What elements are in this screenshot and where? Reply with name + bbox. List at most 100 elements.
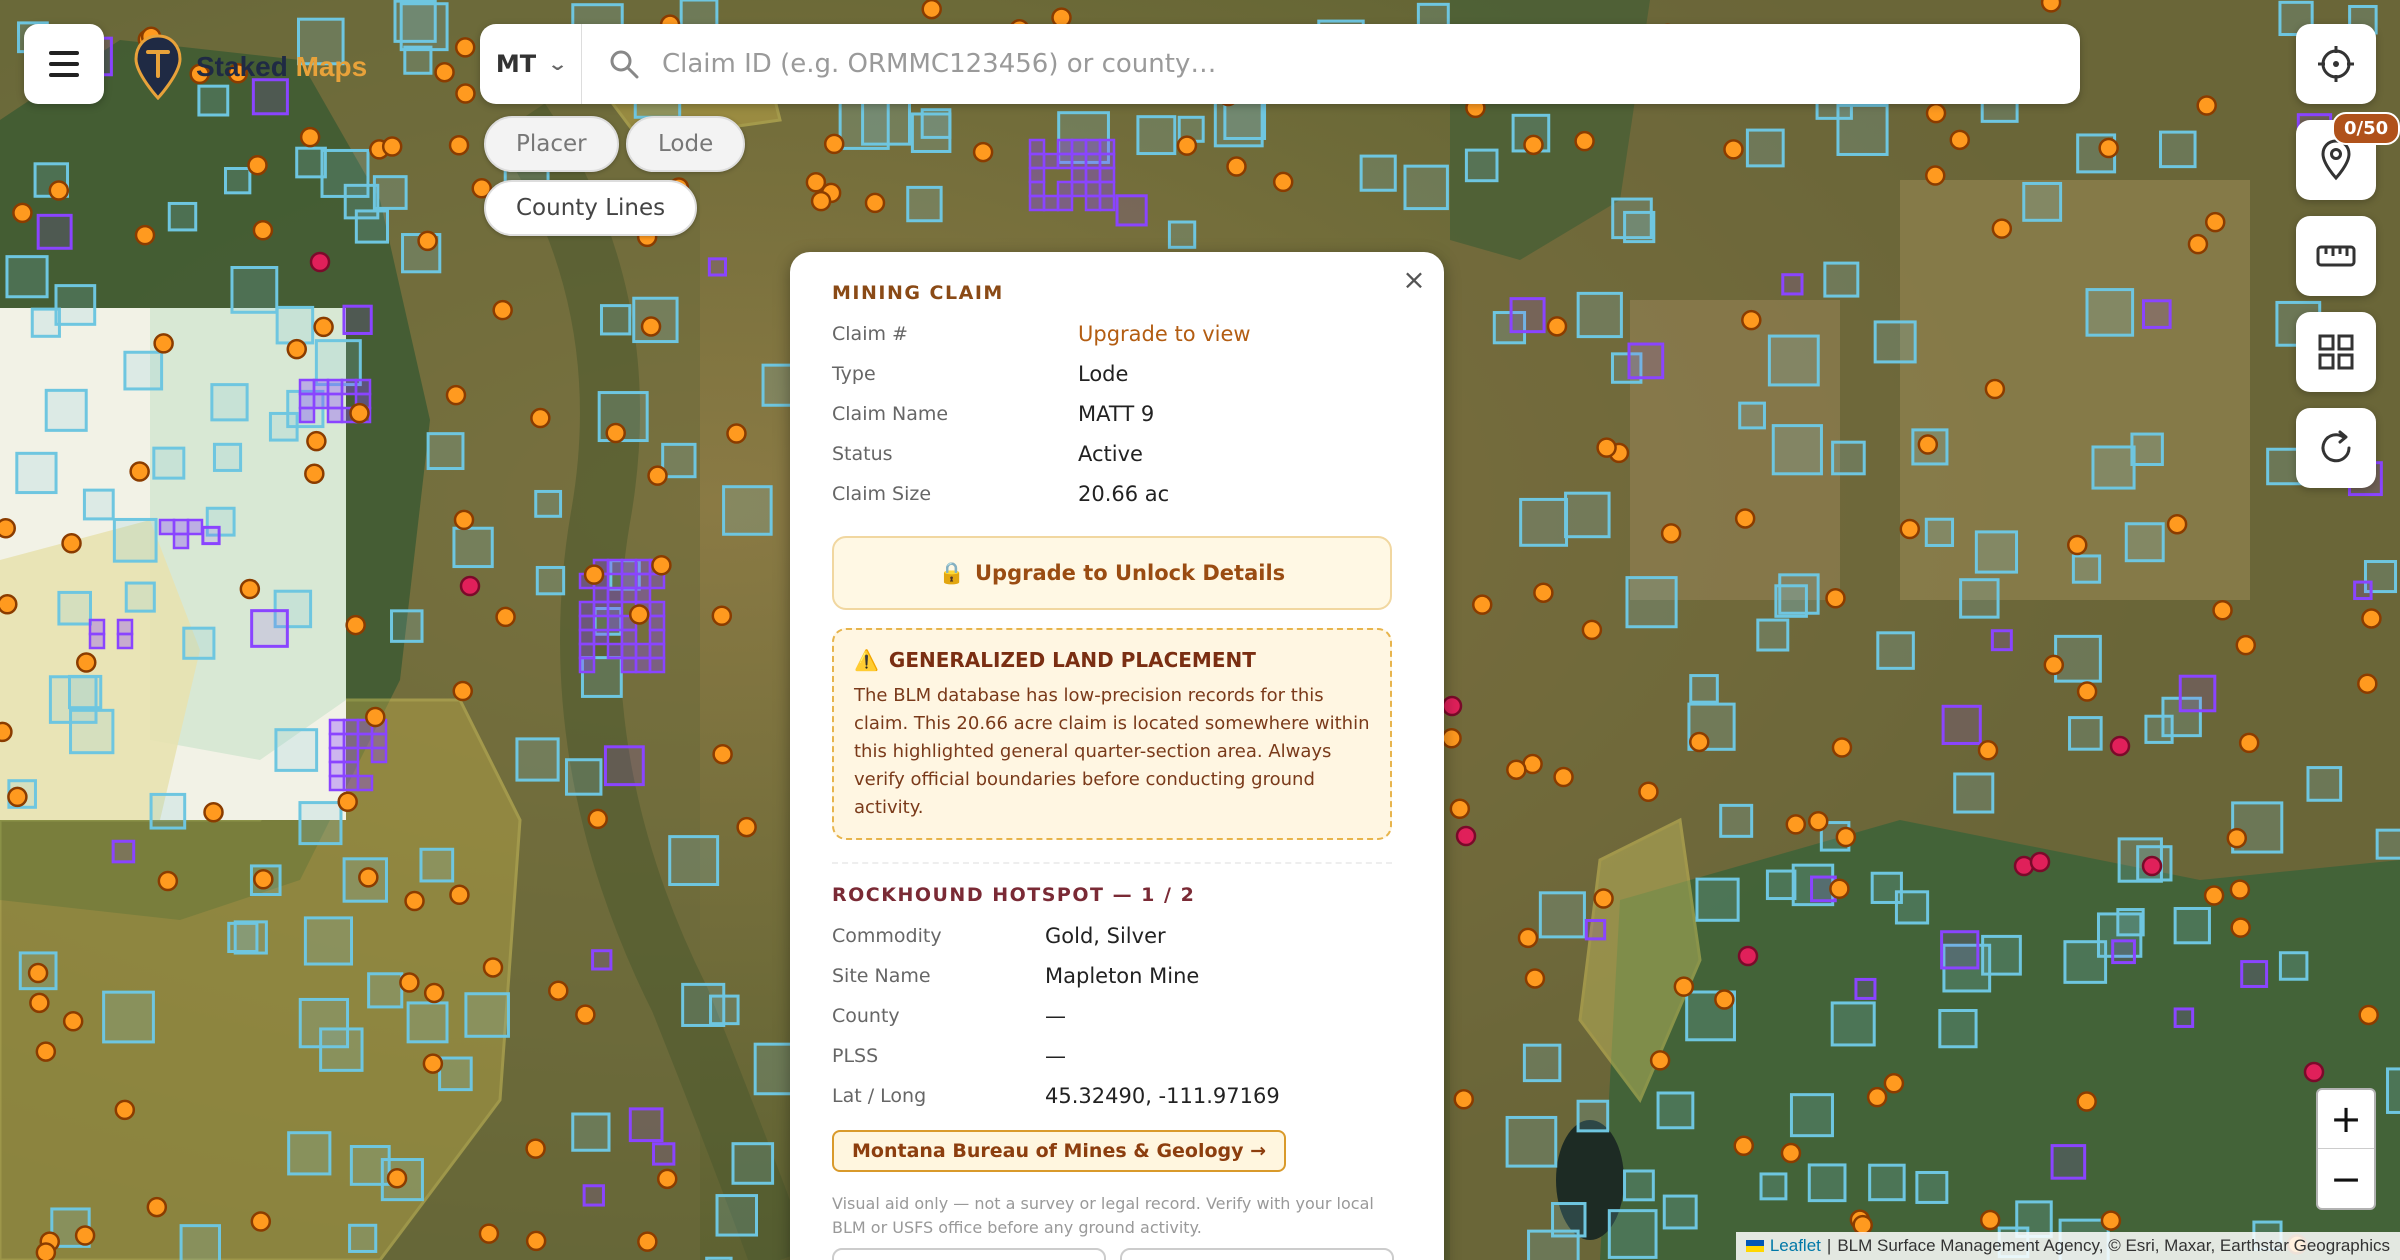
claim-square[interactable] [1098, 138, 1116, 156]
claim-square[interactable] [36, 213, 73, 250]
mbmg-link-button[interactable]: Montana Bureau of Mines & Geology → [832, 1130, 1287, 1172]
hotspot-marker[interactable] [381, 136, 403, 157]
locate-button[interactable] [2296, 24, 2376, 104]
claim-square[interactable] [1084, 152, 1102, 170]
claim-square[interactable] [578, 656, 596, 674]
hotspot-marker[interactable] [2235, 634, 2257, 656]
claim-square[interactable] [312, 378, 330, 396]
hotspot-marker[interactable] [605, 422, 626, 444]
claim-square[interactable] [1070, 138, 1088, 156]
hotspot-marker[interactable] [48, 180, 70, 201]
claim-square[interactable] [354, 378, 372, 396]
zoom-out-button[interactable]: − [2318, 1149, 2374, 1208]
claim-square[interactable] [172, 518, 190, 536]
zoom-in-button[interactable]: + [2318, 1090, 2374, 1149]
hotspot-marker[interactable] [0, 517, 16, 539]
hotspot-marker[interactable] [1925, 165, 1946, 186]
hotspot-marker[interactable] [2067, 534, 2088, 556]
hotspot-marker[interactable] [1741, 309, 1762, 331]
claim-square[interactable] [1042, 152, 1060, 170]
claim-square[interactable] [1781, 273, 1804, 296]
hotspot-marker[interactable] [1574, 130, 1595, 152]
hotspot-marker[interactable] [2358, 1004, 2379, 1026]
claim-square[interactable] [2178, 674, 2217, 713]
claim-square[interactable] [603, 745, 645, 787]
hotspot-marker[interactable] [35, 1242, 57, 1260]
claim-square[interactable] [1084, 194, 1102, 212]
claim-square[interactable] [1940, 930, 1980, 970]
hotspot-marker[interactable] [1523, 134, 1544, 156]
claim-square[interactable] [634, 572, 652, 590]
hotspot-marker[interactable] [2204, 211, 2226, 233]
claim-square[interactable] [634, 586, 652, 604]
claim-square[interactable] [578, 642, 596, 660]
claim-square[interactable] [1854, 977, 1877, 1000]
claim-square[interactable] [591, 949, 613, 971]
hotspot-marker[interactable] [2100, 1210, 2122, 1231]
hotspot-marker[interactable] [651, 554, 672, 576]
hotspot-marker[interactable] [478, 1223, 500, 1244]
state-select[interactable]: MT ⌄ [480, 24, 582, 104]
claim-square[interactable] [111, 839, 136, 864]
claim-square[interactable] [592, 600, 610, 618]
hotspot-marker[interactable] [358, 867, 379, 888]
claim-square[interactable] [578, 614, 596, 632]
claim-square[interactable] [634, 642, 652, 660]
hotspot-marker[interactable] [157, 870, 179, 892]
claim-square[interactable] [326, 378, 344, 396]
claim-square[interactable] [342, 718, 360, 736]
claim-square[interactable] [606, 614, 624, 632]
filter-chip-county-lines[interactable]: County Lines [484, 180, 698, 236]
claim-square[interactable] [298, 406, 316, 424]
hotspot-marker[interactable] [129, 461, 150, 482]
hotspot-marker[interactable] [1649, 1050, 1671, 1071]
hotspot-marker[interactable] [1949, 129, 1971, 151]
claim-square[interactable] [1070, 152, 1088, 170]
hotspot-marker[interactable] [1737, 945, 1759, 967]
claim-square[interactable] [620, 558, 638, 576]
hotspot-marker[interactable] [29, 992, 50, 1014]
claim-square[interactable] [328, 718, 346, 736]
claim-square[interactable] [1084, 166, 1102, 184]
claim-square[interactable] [328, 746, 346, 764]
hotspot-marker[interactable] [27, 962, 49, 984]
claim-square[interactable] [328, 732, 346, 750]
hotspot-marker[interactable] [548, 980, 569, 1001]
filter-chip-lode[interactable]: Lode [626, 116, 746, 172]
hotspot-marker[interactable] [1807, 811, 1829, 832]
claim-square[interactable] [1115, 194, 1148, 227]
hotspot-marker[interactable] [1441, 695, 1463, 717]
hotspot-marker[interactable] [1917, 434, 1939, 455]
claim-square[interactable] [1056, 180, 1074, 198]
claim-square[interactable] [628, 1107, 664, 1143]
hotspot-marker[interactable] [1441, 728, 1462, 749]
hotspot-marker[interactable] [252, 220, 274, 241]
hotspot-marker[interactable] [1455, 825, 1477, 847]
hotspot-marker[interactable] [313, 316, 334, 338]
hotspot-marker[interactable] [2109, 735, 2131, 757]
hotspot-marker[interactable] [452, 680, 473, 702]
hotspot-marker[interactable] [1733, 1135, 1754, 1157]
hotspot-marker[interactable] [1638, 781, 1659, 802]
search-input[interactable] [662, 49, 2080, 79]
hotspot-marker[interactable] [61, 533, 82, 554]
hotspot-marker[interactable] [921, 0, 942, 20]
claim-square[interactable] [342, 760, 360, 778]
hotspot-marker[interactable] [1835, 826, 1857, 848]
hotspot-marker[interactable] [495, 606, 516, 628]
hotspot-marker[interactable] [35, 1041, 57, 1062]
hotspot-marker[interactable] [203, 802, 224, 823]
hotspot-marker[interactable] [453, 509, 475, 531]
hotspot-marker[interactable] [449, 884, 470, 905]
claim-square[interactable] [634, 656, 652, 674]
hotspot-marker[interactable] [2212, 600, 2233, 621]
claim-square[interactable] [2111, 939, 2136, 965]
hotspot-marker[interactable] [1524, 968, 1546, 989]
hotspot-marker[interactable] [386, 1168, 408, 1189]
claim-square[interactable] [88, 618, 106, 636]
hotspot-marker[interactable] [423, 982, 445, 1004]
claim-square[interactable] [370, 746, 388, 764]
claim-square[interactable] [1056, 194, 1074, 212]
hotspot-marker[interactable] [482, 957, 504, 978]
hotspot-marker[interactable] [2187, 233, 2209, 255]
